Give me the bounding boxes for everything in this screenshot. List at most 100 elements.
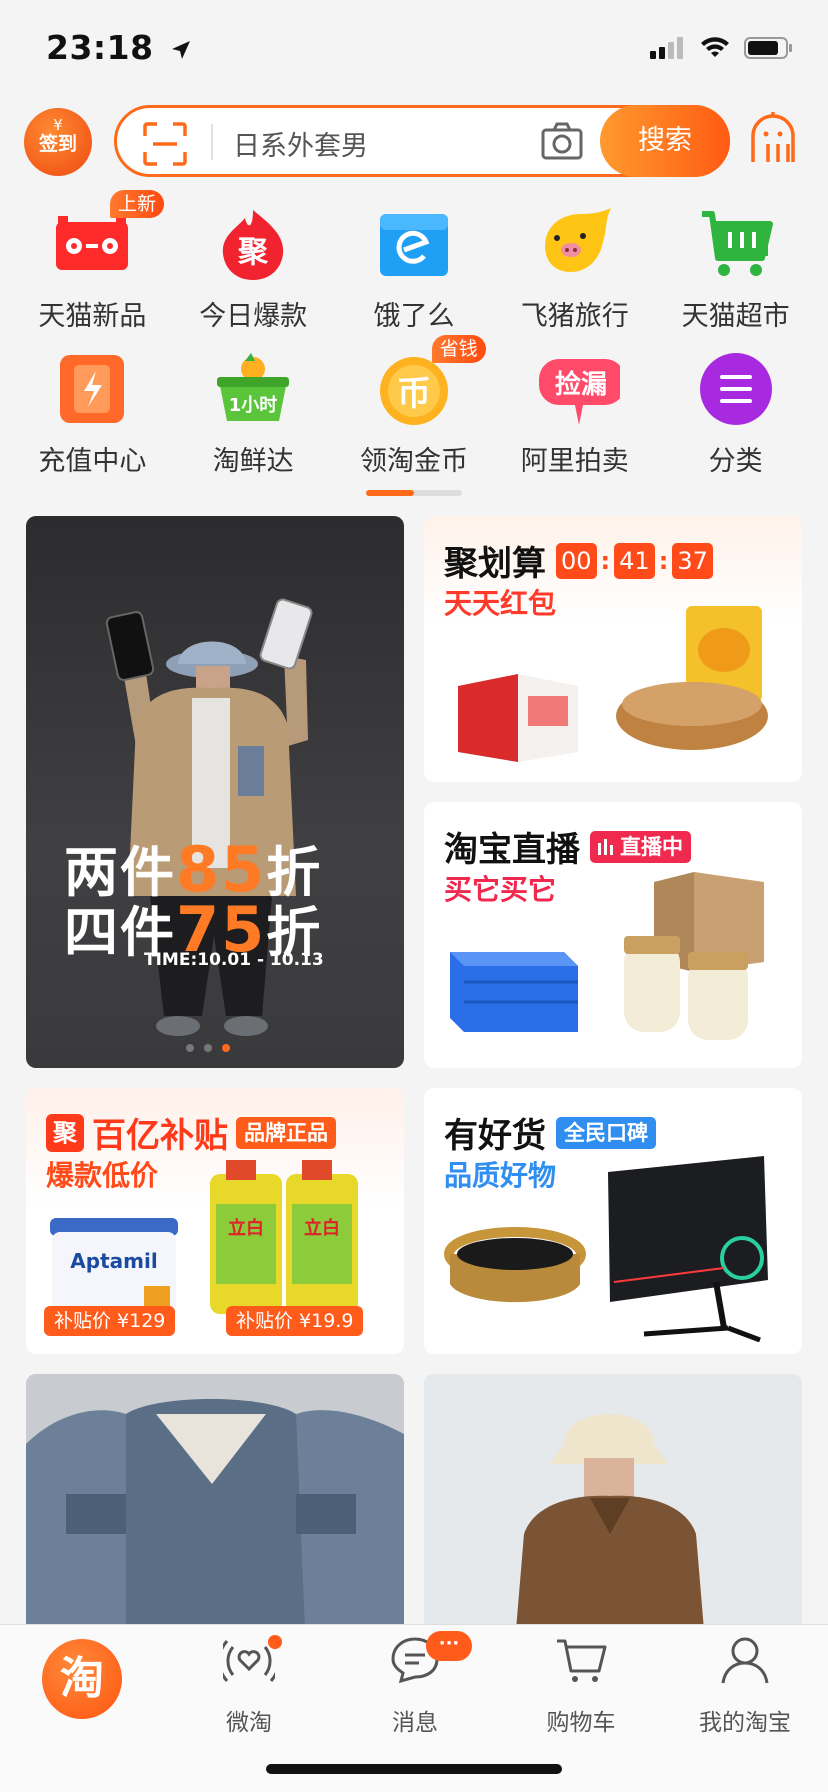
auction-glyph: 捡漏 [555,369,607,400]
weitao-dot-badge [268,1635,282,1649]
grid-item-fliggy[interactable]: 飞猪旅行 [494,196,655,341]
feed-item-brown-shirt[interactable] [424,1374,802,1654]
taobao-home-icon: 淘 [42,1639,122,1719]
category-menu-icon [699,353,772,425]
good-goods-card[interactable]: 有好货 全民口碑 品质好物 [424,1088,802,1354]
tab-my-taobao[interactable]: 我的淘宝 [662,1625,828,1745]
product-seeds-bowl-image [616,606,768,750]
card-subtitle: 爆款低价 [46,1159,159,1192]
carousel-dots [186,1044,230,1052]
one-hour-glyph: 1小时 [229,395,278,416]
tab-label: 购物车 [546,1710,616,1736]
subsidy-price-1: 补贴价 ¥129 [44,1306,176,1336]
grid-label: 淘鲜达 [212,446,294,477]
quick-entry-grid: 上新 天猫新品 聚 今日爆款 饿了么 飞猪旅行 天猫超市 充值中心 1小时 淘鲜… [12,190,816,486]
grid-label: 分类 [708,446,763,477]
grid-item-tmall-market[interactable]: 天猫超市 [655,196,816,341]
feed-item-denim-jacket[interactable] [26,1374,404,1654]
search-input[interactable]: 日系外套男 [233,124,368,163]
messages-badge: ··· [426,1631,472,1661]
subsidy-title-row: 聚 百亿补贴 品牌正品 [46,1108,336,1157]
product-milk-box-image [458,674,578,762]
grid-page-indicator [366,490,462,496]
card-title: 淘宝直播 [444,830,580,870]
new-badge: 上新 [110,190,165,218]
billion-subsidy-card[interactable]: 聚 百亿补贴 品牌正品 爆款低价 Aptamil 立白 立白 补贴价 ¥129 … [26,1088,404,1354]
grid-label: 飞猪旅行 [520,301,629,332]
grid-item-eleme[interactable]: 饿了么 [334,196,495,341]
subsidy-price-2: 补贴价 ¥19.9 [226,1306,364,1336]
taoxianda-basket-icon: 1小时 [217,353,290,421]
ju-glyph: 聚 [237,235,269,270]
tmall-market-cart-icon [701,211,773,276]
grid-item-hot-today[interactable]: 聚 今日爆款 [173,196,334,341]
juhuasuan-title-row: 聚划算 00: 41: 37 [444,536,713,585]
grid-item-recharge[interactable]: 充值中心 [12,341,173,486]
search-header: ¥ 签到 日系外套男 搜索 [0,100,828,192]
cellular-signal-icon [650,37,683,59]
status-bar: 23:18 [0,0,828,100]
tab-label: 微淘 [226,1710,272,1736]
grid-label: 饿了么 [373,301,455,332]
tab-messages[interactable]: ··· 消息 [332,1625,498,1745]
battery-icon [744,37,792,59]
tab-cart[interactable]: 购物车 [498,1625,664,1745]
product-monitor-image [608,1156,768,1342]
fliggy-icon [544,208,611,272]
user-profile-icon [721,1637,769,1684]
auction-icon: 捡漏 [538,359,620,425]
checkin-label: 签到 [38,133,77,155]
yen-icon: ¥ [53,116,63,134]
liby-brand: 立白 [228,1217,264,1239]
search-divider [211,124,213,160]
tab-label: 我的淘宝 [699,1710,791,1736]
wifi-icon [701,37,729,57]
checkin-button[interactable]: ¥ 签到 [24,108,92,176]
ju-logo-icon: 聚 [46,1113,84,1152]
grid-item-category[interactable]: 分类 [655,341,816,486]
brand-genuine-tag: 品牌正品 [236,1116,336,1149]
live-tag: 直播中 [590,830,691,863]
taobao-live-card[interactable]: 淘宝直播 直播中 买它买它 [424,802,802,1068]
feed-photo-denim [26,1374,404,1654]
taobao-home-screen: 23:18 ¥ 签到 日系外套男 搜索 上新 天猫新品 聚 今日爆款 饿了么 飞… [0,0,828,1792]
aptamil-brand: Aptamil [70,1249,157,1273]
search-button[interactable]: 搜索 [600,105,730,177]
card-subtitle: 天天红包 [444,587,557,620]
card-subtitle: 品质好物 [444,1159,557,1192]
banner-model-photo [105,598,313,1036]
status-indicators [650,36,794,60]
card-title: 有好货 [444,1116,546,1156]
tab-weitao[interactable]: 微淘 [166,1625,332,1745]
tab-label: 消息 [392,1710,438,1736]
tab-home[interactable]: 淘 [0,1625,166,1745]
grid-item-tmall-new[interactable]: 上新 天猫新品 [12,190,173,341]
camera-icon[interactable] [541,122,583,162]
status-time: 23:18 [46,28,192,67]
grid-item-taoxianda[interactable]: 1小时 淘鲜达 [173,341,334,486]
grid-label: 今日爆款 [199,301,308,332]
liby-brand: 立白 [304,1217,340,1239]
grid-item-auction[interactable]: 捡漏 阿里拍卖 [494,341,655,486]
assistant-robot-icon[interactable] [748,110,798,166]
product-blue-crate-image [450,952,578,1032]
live-bars-icon [598,838,613,855]
scan-icon[interactable] [143,122,187,166]
grid-item-gold-coin[interactable]: 币 省钱 领淘金币 [334,335,495,486]
product-jars-image [624,872,764,1040]
grid-label: 阿里拍卖 [520,446,629,477]
grid-label: 充值中心 [38,446,147,477]
card-title: 聚划算 [444,544,546,584]
coin-glyph: 币 [397,374,431,414]
juhuasuan-card[interactable]: 聚划算 00: 41: 37 天天红包 [424,516,802,782]
search-bar[interactable]: 日系外套男 搜索 [114,105,730,177]
grid-label: 天猫超市 [681,301,790,332]
promo-banner[interactable]: 两件85折 四件75折 TIME:10.01 - 10.13 [26,516,404,1068]
grid-label: 天猫新品 [38,301,147,332]
ju-hot-icon: 聚 [223,210,284,280]
countdown-timer: 00: 41: 37 [556,542,713,579]
product-liby-detergent-image: 立白 立白 [210,1160,358,1314]
promo-time: TIME:10.01 - 10.13 [144,950,324,970]
save-money-badge: 省钱 [431,335,486,363]
product-ring-image [444,1227,586,1303]
